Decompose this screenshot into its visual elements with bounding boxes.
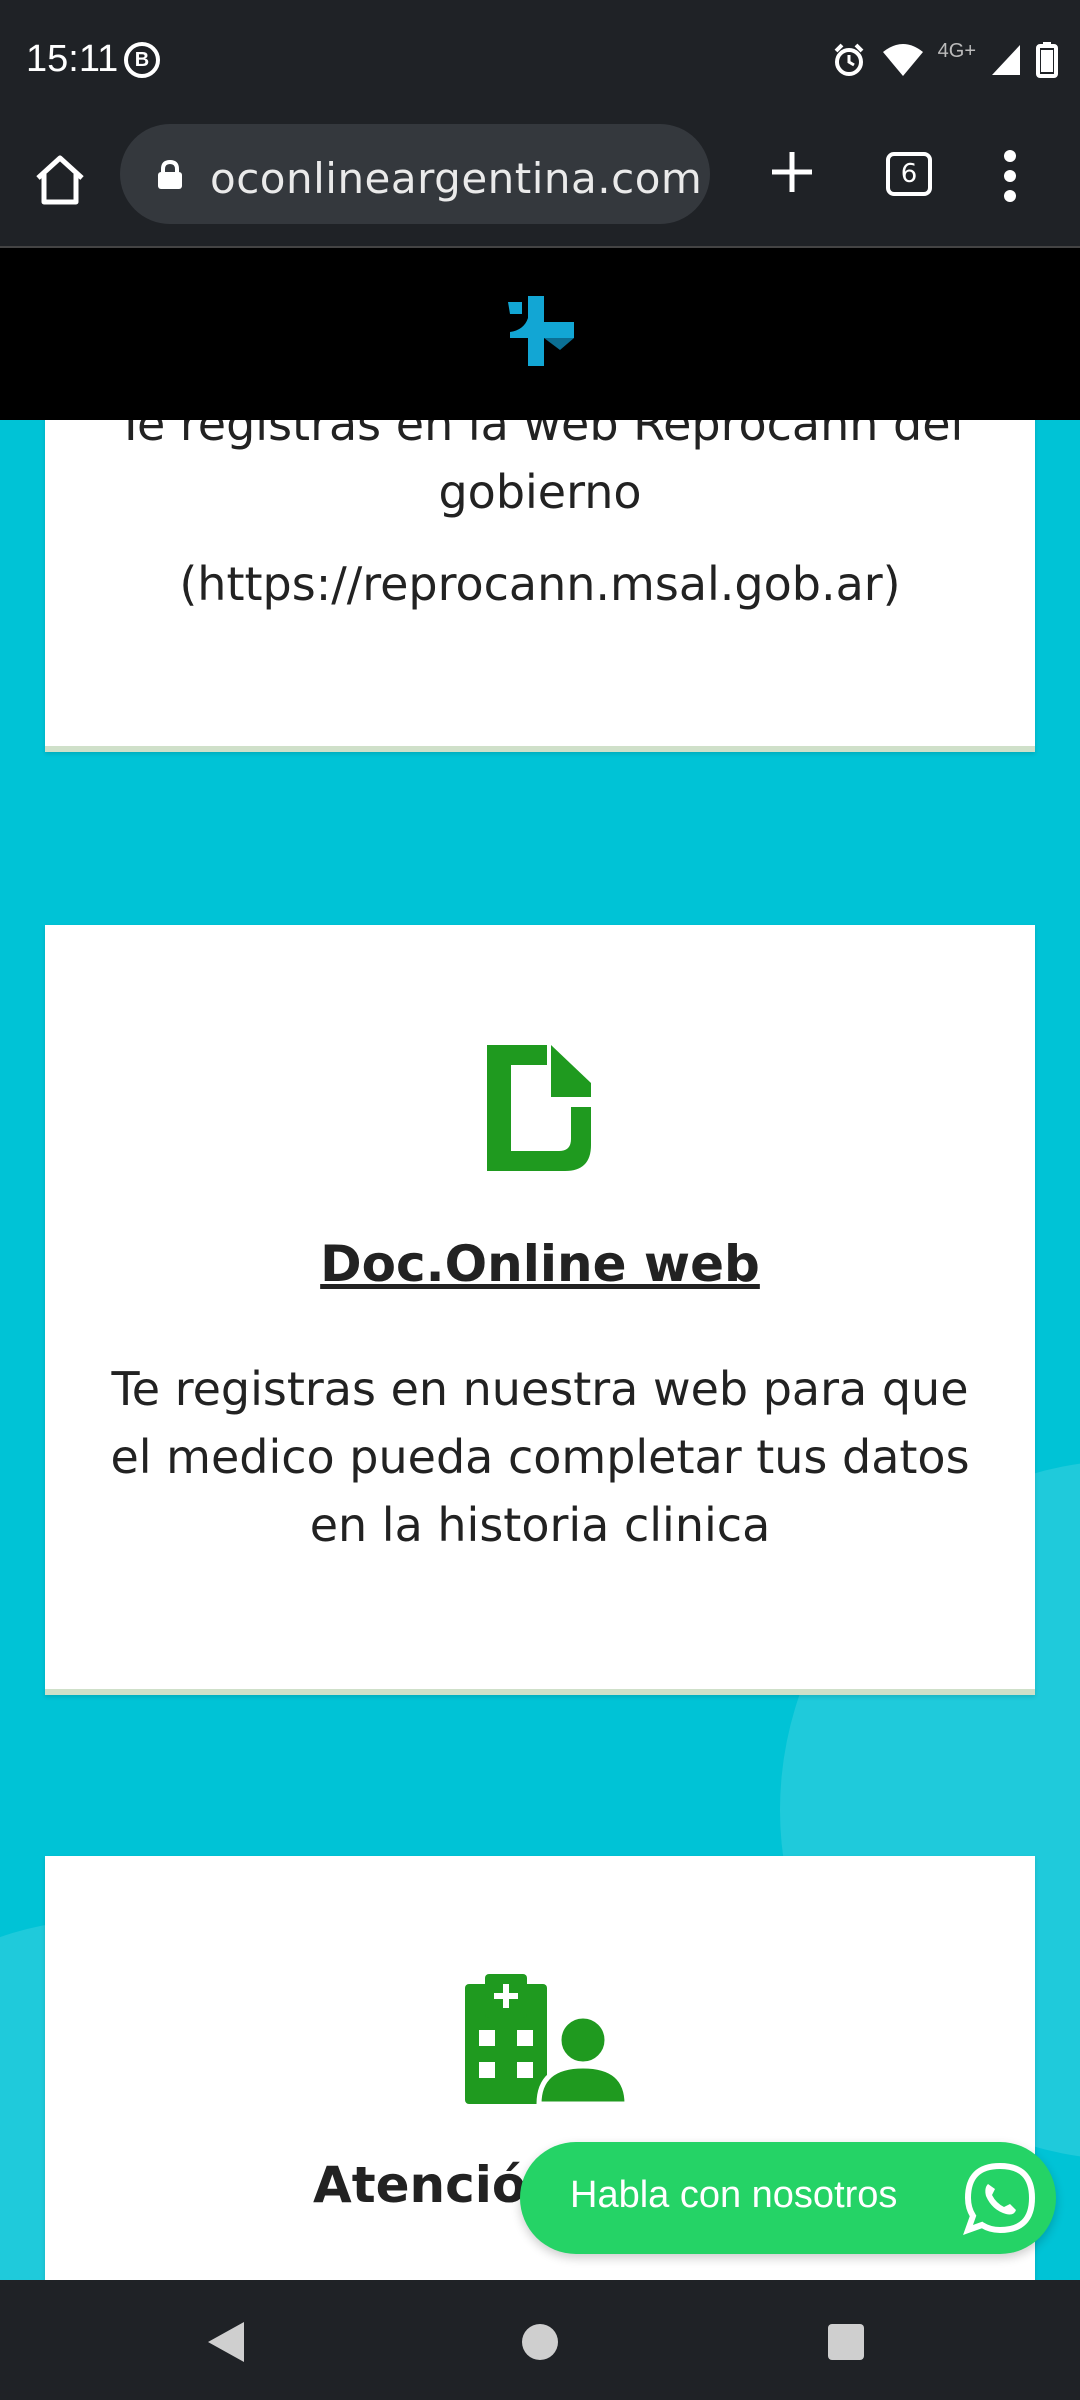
recent-apps-icon[interactable] — [828, 2324, 864, 2360]
whatsapp-label: Habla con nosotros — [570, 2174, 898, 2216]
notification-badge-icon: B — [124, 42, 160, 78]
status-bar: 15:11 B 4G+ — [0, 0, 1080, 120]
status-time: 15:11 — [26, 38, 119, 80]
system-navigation-bar — [0, 2280, 1080, 2400]
page-content: Te registras en la web Reprocann del gob… — [0, 420, 1080, 2280]
new-tab-plus-icon[interactable] — [760, 140, 824, 204]
hospital-doctor-icon — [465, 1974, 627, 2104]
doconline-logo-icon — [487, 1045, 591, 1171]
back-icon[interactable] — [206, 2320, 246, 2364]
whatsapp-chat-button[interactable]: Habla con nosotros — [520, 2142, 1056, 2254]
signal-icon — [992, 45, 1020, 75]
site-logo-icon[interactable] — [500, 292, 580, 372]
whatsapp-icon — [963, 2162, 1036, 2235]
card-text: Te registras en la web Reprocann del gob… — [116, 420, 964, 519]
card-description: Te registras en nuestra web para que el … — [110, 1362, 970, 1552]
site-header — [0, 248, 1080, 420]
overflow-menu-icon[interactable] — [992, 146, 1028, 206]
url-text: oconlineargentina.com — [210, 154, 703, 203]
browser-toolbar: oconlineargentina.com 6 — [0, 120, 1080, 248]
lock-icon — [158, 160, 182, 189]
address-bar[interactable]: oconlineargentina.com — [120, 124, 710, 224]
home-nav-icon[interactable] — [522, 2324, 558, 2360]
step-card-reprocann: Te registras en la web Reprocann del gob… — [45, 420, 1035, 752]
tab-switcher-button[interactable]: 6 — [886, 152, 932, 196]
network-type: 4G+ — [937, 39, 976, 62]
reprocann-link[interactable]: (https://reprocann.msal.gob.ar) — [45, 550, 1035, 618]
wifi-icon — [882, 44, 923, 76]
battery-icon — [1036, 42, 1058, 78]
doconline-title-link[interactable]: Doc.Online web — [45, 1235, 1035, 1293]
alarm-icon — [834, 43, 864, 76]
home-icon[interactable] — [30, 150, 90, 210]
step-card-doconline: Doc.Online web Te registras en nuestra w… — [45, 925, 1035, 1695]
status-icons: 4G+ — [830, 40, 1058, 80]
